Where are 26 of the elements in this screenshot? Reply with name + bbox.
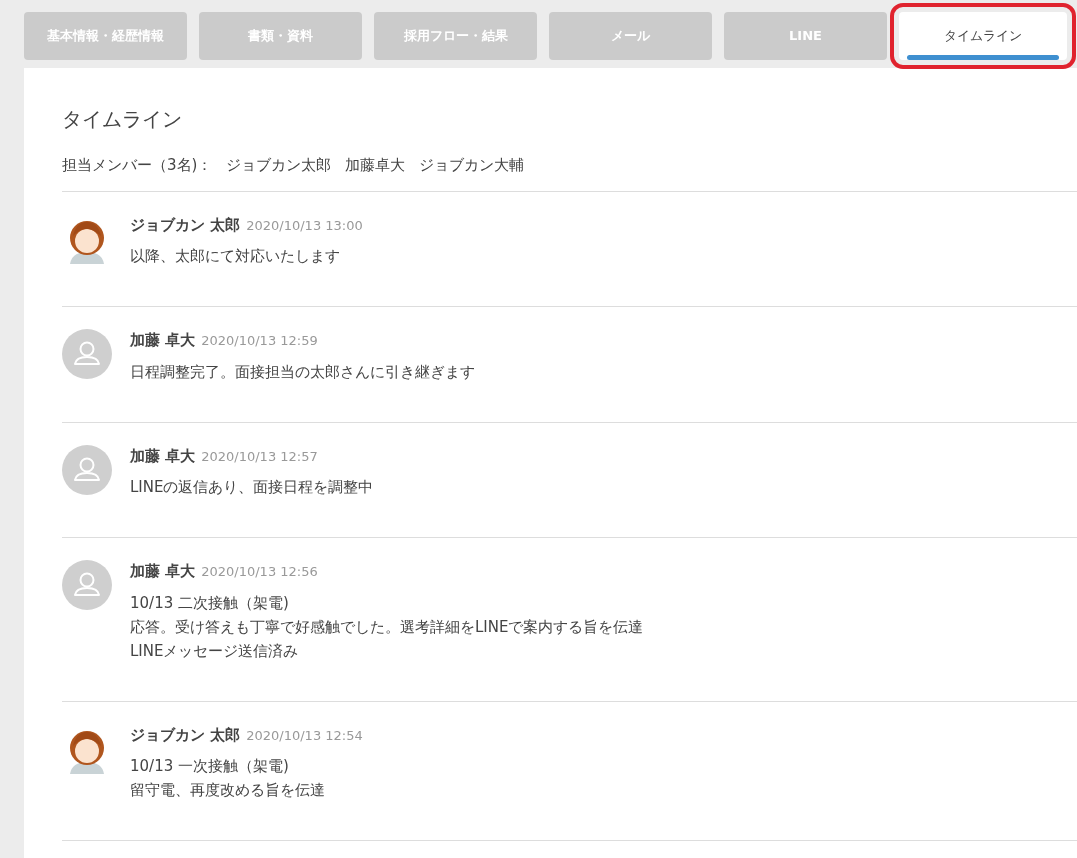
message-text: 以降、太郎にて対応いたします (130, 246, 341, 267)
message-text: 日程調整完了。面接担当の太郎さんに引き継ぎます (130, 361, 475, 383)
message-text: 応答。受け答えも丁寧で好感触でした。選考詳細をLINEで案内する旨を伝達 (130, 616, 644, 638)
message-text: 10/13 二次接触（架電) (130, 592, 290, 614)
default-avatar-icon (62, 329, 112, 379)
member-name: 加藤卓大 (345, 155, 406, 176)
author-name: ジョブカン 太郎 (130, 725, 241, 744)
message-text: LINEメッセージ送信済み (130, 640, 300, 662)
default-avatar-icon (62, 444, 112, 495)
timestamp: 2020/10/13 12:57 (201, 448, 318, 464)
member-name: ジョブカン太郎 (226, 155, 332, 176)
member-name: ジョブカン大輔 (419, 155, 525, 176)
timestamp: 2020/10/13 12:56 (201, 564, 318, 579)
author-name: ジョブカン 太郎 (130, 215, 241, 234)
section-title: タイムライン (62, 106, 183, 133)
message-text: 10/13 一次接触（架電) (130, 756, 290, 777)
members-label: 担当メンバー（3名)： (62, 155, 213, 176)
message-text: 留守電、再度改める旨を伝達 (130, 780, 326, 801)
timestamp: 2020/10/13 13:00 (246, 217, 363, 233)
timestamp: 2020/10/13 12:59 (201, 333, 318, 348)
message-text: LINEの返信あり、面接日程を調整中 (130, 477, 374, 498)
author-name: 加藤 卓大 (130, 446, 196, 465)
default-avatar-icon (62, 560, 112, 610)
author-name: 加藤 卓大 (130, 562, 196, 580)
author-name: 加藤 卓大 (130, 331, 196, 349)
timestamp: 2020/10/13 12:54 (246, 727, 363, 743)
